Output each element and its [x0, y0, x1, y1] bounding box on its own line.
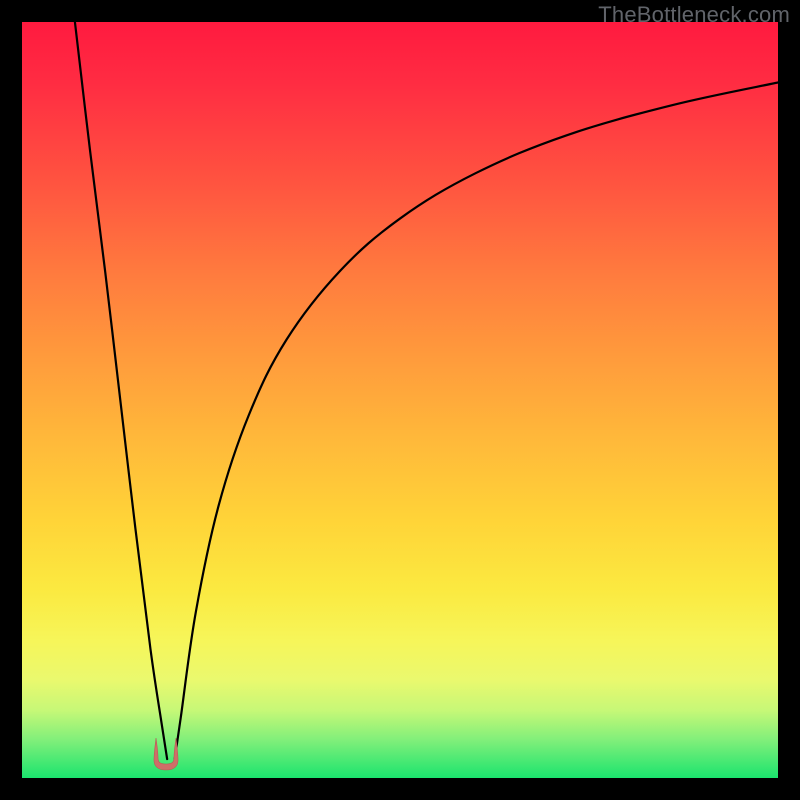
curve-right-branch [175, 82, 778, 759]
bottleneck-curve [22, 22, 778, 778]
optimal-point-marker [149, 736, 183, 772]
chart-frame: TheBottleneck.com [0, 0, 800, 800]
watermark-text: TheBottleneck.com [598, 2, 790, 28]
curve-left-branch [75, 22, 167, 759]
plot-area [22, 22, 778, 778]
